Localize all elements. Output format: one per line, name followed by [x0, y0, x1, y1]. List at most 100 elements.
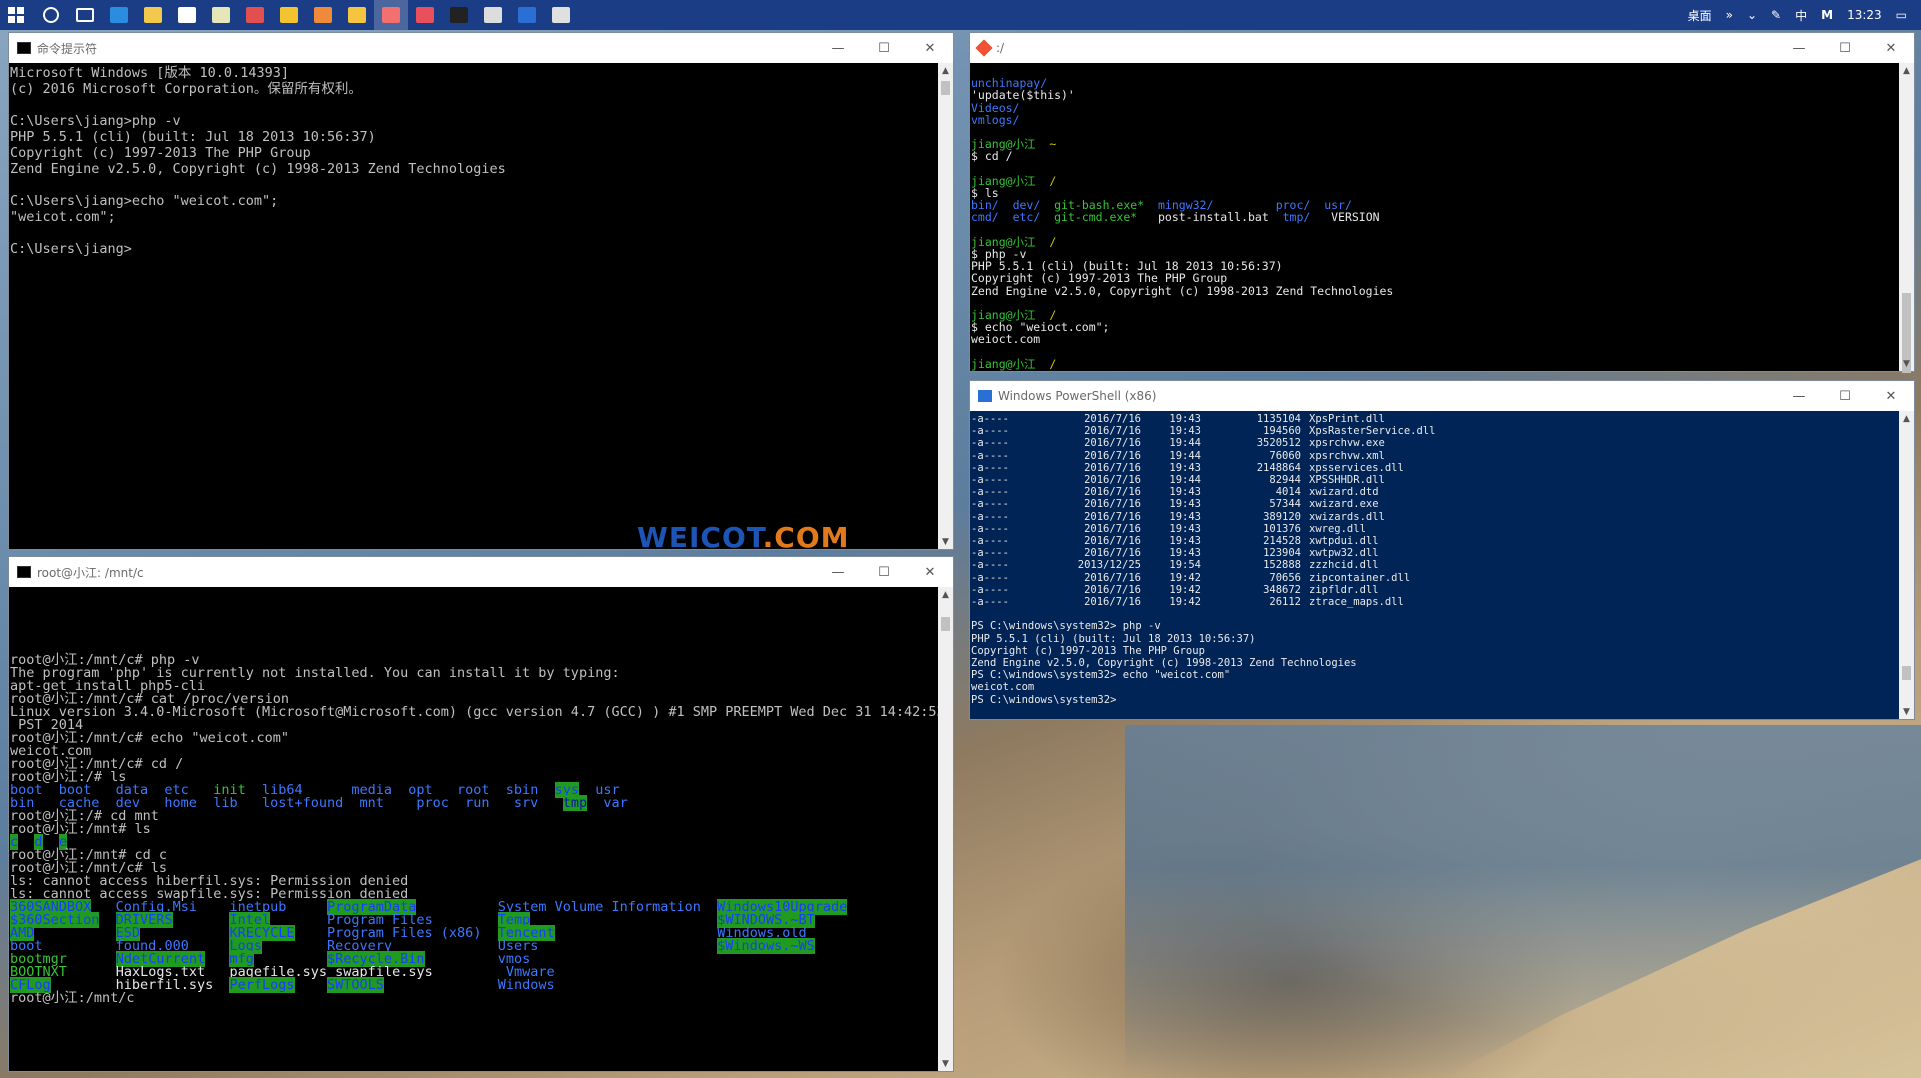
- scroll-up-icon[interactable]: ▲: [1899, 63, 1914, 78]
- term-line: C:\Users\jiang>php -v: [10, 113, 181, 129]
- ps-cell: xpsrchvw.exe: [1309, 437, 1385, 450]
- scroll-up-icon[interactable]: ▲: [938, 587, 953, 602]
- notepad-icon[interactable]: [204, 0, 238, 30]
- toolbar-chevron-icon[interactable]: »: [1726, 8, 1733, 22]
- app-orange-icon[interactable]: [306, 0, 340, 30]
- cmd-terminal-output[interactable]: Microsoft Windows [版本 10.0.14393] (c) 20…: [9, 63, 938, 549]
- close-button[interactable]: ✕: [1868, 33, 1914, 63]
- close-button[interactable]: ✕: [907, 557, 953, 587]
- scroll-down-icon[interactable]: ▼: [1899, 356, 1914, 371]
- pen-icon[interactable]: ✎: [1771, 8, 1781, 22]
- maximize-button[interactable]: ☐: [1822, 381, 1868, 411]
- ps-cell: 2016/7/16: [1084, 449, 1141, 462]
- edge-icon[interactable]: [102, 0, 136, 30]
- app-rn-icon[interactable]: [408, 0, 442, 30]
- git-bash-scrollbar[interactable]: ▲ ▼: [1899, 63, 1914, 373]
- store-icon[interactable]: [170, 0, 204, 30]
- ps-cell: 194560: [1263, 425, 1301, 438]
- wsl-scrollbar[interactable]: ▲ ▼: [938, 587, 953, 1071]
- cmd-scrollbar[interactable]: ▲ ▼: [938, 63, 953, 549]
- cmd-titlebar[interactable]: 命令提示符 — ☐ ✕: [9, 33, 953, 63]
- wsl-window: root@小江: /mnt/c — ☐ ✕ root@小江:/mnt/c# ph…: [8, 556, 954, 1072]
- notification-icon[interactable]: ▭: [1896, 8, 1907, 22]
- wsl-titlebar[interactable]: root@小江: /mnt/c — ☐ ✕: [9, 557, 953, 587]
- scroll-down-icon[interactable]: ▼: [938, 534, 953, 549]
- scroll-thumb[interactable]: [1902, 666, 1911, 680]
- cortana-circle-icon[interactable]: [34, 0, 68, 30]
- windows-start-icon[interactable]: [0, 0, 34, 30]
- file-explorer-icon-glyph: [144, 7, 162, 23]
- ps-cell: 19:43: [1169, 535, 1201, 548]
- powershell-titlebar[interactable]: Windows PowerShell (x86) — ☐ ✕: [970, 381, 1914, 411]
- ls-row: cmd/ etc/ git-cmd.exe* post-install.bat …: [971, 210, 1380, 225]
- close-button[interactable]: ✕: [907, 33, 953, 63]
- term-line: PS C:\windows\system32> php -v: [971, 620, 1161, 633]
- cmd-icon[interactable]: [442, 0, 476, 30]
- maximize-button[interactable]: ☐: [1822, 33, 1868, 63]
- ps-cell: 2016/7/16: [1084, 571, 1141, 584]
- ime-mode-icon[interactable]: M: [1821, 8, 1833, 22]
- maximize-button[interactable]: ☐: [861, 557, 907, 587]
- git-bash-window-icon: [975, 39, 993, 57]
- maximize-button[interactable]: ☐: [861, 33, 907, 63]
- git-icon[interactable]: [544, 0, 578, 30]
- ps-file-row: -a---- 2013/12/25 19:54 152888 zzzhcid.dll: [971, 559, 1899, 571]
- minimize-button[interactable]: —: [1776, 381, 1822, 411]
- powershell-terminal-output[interactable]: -a---- 2016/7/16 19:43 1135104 XpsPrint.dll -…: [970, 411, 1899, 719]
- file-explorer-icon[interactable]: [136, 0, 170, 30]
- minimize-button[interactable]: —: [815, 33, 861, 63]
- chevron-down-icon[interactable]: ⌄: [1747, 8, 1757, 22]
- git-bash-terminal-output[interactable]: unchinapay/ 'update($this)' Videos/ vmlo…: [970, 63, 1899, 371]
- ps-cell: 19:43: [1169, 510, 1201, 523]
- clock[interactable]: 13:23: [1847, 8, 1882, 22]
- powershell-icon[interactable]: [510, 0, 544, 30]
- git-bash-titlebar[interactable]: :/ — ☐ ✕: [970, 33, 1914, 63]
- ime-indicator[interactable]: 中: [1795, 7, 1807, 24]
- close-button[interactable]: ✕: [1868, 381, 1914, 411]
- scroll-up-icon[interactable]: ▲: [938, 63, 953, 78]
- powershell-scrollbar[interactable]: ▲ ▼: [1899, 411, 1914, 719]
- git-bash-window: :/ — ☐ ✕ unchinapay/ 'update($this)' Vid…: [969, 32, 1915, 373]
- scroll-down-icon[interactable]: ▼: [938, 1056, 953, 1071]
- scroll-thumb[interactable]: [941, 617, 950, 631]
- git-bash-title: :/: [996, 41, 1005, 55]
- ps-cell: 19:43: [1169, 486, 1201, 499]
- app-yellow-icon[interactable]: [272, 0, 306, 30]
- desktop-toolbar-label[interactable]: 桌面: [1688, 7, 1712, 24]
- scroll-thumb[interactable]: [941, 81, 950, 95]
- scroll-up-icon[interactable]: ▲: [1899, 411, 1914, 426]
- ps-cell: -a----: [971, 413, 1009, 425]
- app-board-icon[interactable]: [476, 0, 510, 30]
- ps-cell: -a----: [971, 510, 1009, 523]
- powershell-title: Windows PowerShell (x86): [998, 389, 1157, 403]
- task-view-icon-glyph: [76, 8, 94, 22]
- ps-cell: 2016/7/16: [1084, 461, 1141, 474]
- ps-file-row: -a---- 2016/7/16 19:43 389120 xwizards.dll: [971, 511, 1899, 523]
- minimize-button[interactable]: —: [815, 557, 861, 587]
- ps-cell: 26112: [1269, 596, 1301, 609]
- ps-cell: 123904: [1263, 547, 1301, 560]
- ps-file-row: -a---- 2016/7/16 19:42 26112 ztrace_maps.dll: [971, 596, 1899, 608]
- term-line: Copyright (c) 1997-2013 The PHP Group: [971, 644, 1205, 657]
- ps-cell: -a----: [971, 596, 1009, 609]
- app-active-icon[interactable]: [374, 0, 408, 30]
- ps-cell: 2016/7/16: [1084, 547, 1141, 560]
- ps-file-row: -a---- 2016/7/16 19:43 194560 XpsRasterServi…: [971, 425, 1899, 437]
- term-line: weicot.com: [971, 681, 1035, 694]
- ps-cell: 2016/7/16: [1084, 486, 1141, 499]
- weicot-watermark: WEICOT.COM: [637, 521, 850, 554]
- ps-cell: xpsrchvw.xml: [1309, 449, 1385, 462]
- wsl-terminal-output[interactable]: root@小江:/mnt/c# php -v The program 'php'…: [9, 587, 938, 1071]
- scroll-down-icon[interactable]: ▼: [1899, 704, 1914, 719]
- ps-cell: -a----: [971, 486, 1009, 499]
- task-view-icon[interactable]: [68, 0, 102, 30]
- ps-cell: xwizards.dll: [1309, 510, 1385, 523]
- ps-cell: 2016/7/16: [1084, 425, 1141, 438]
- chrome-icon[interactable]: [340, 0, 374, 30]
- powershell-window: Windows PowerShell (x86) — ☐ ✕ -a---- 201…: [969, 380, 1915, 720]
- term-line: vmlogs/: [971, 112, 1020, 127]
- ps-cell: 2013/12/25: [1077, 559, 1141, 572]
- app-red-icon[interactable]: [238, 0, 272, 30]
- minimize-button[interactable]: —: [1776, 33, 1822, 63]
- ps-cell: 19:43: [1169, 413, 1201, 425]
